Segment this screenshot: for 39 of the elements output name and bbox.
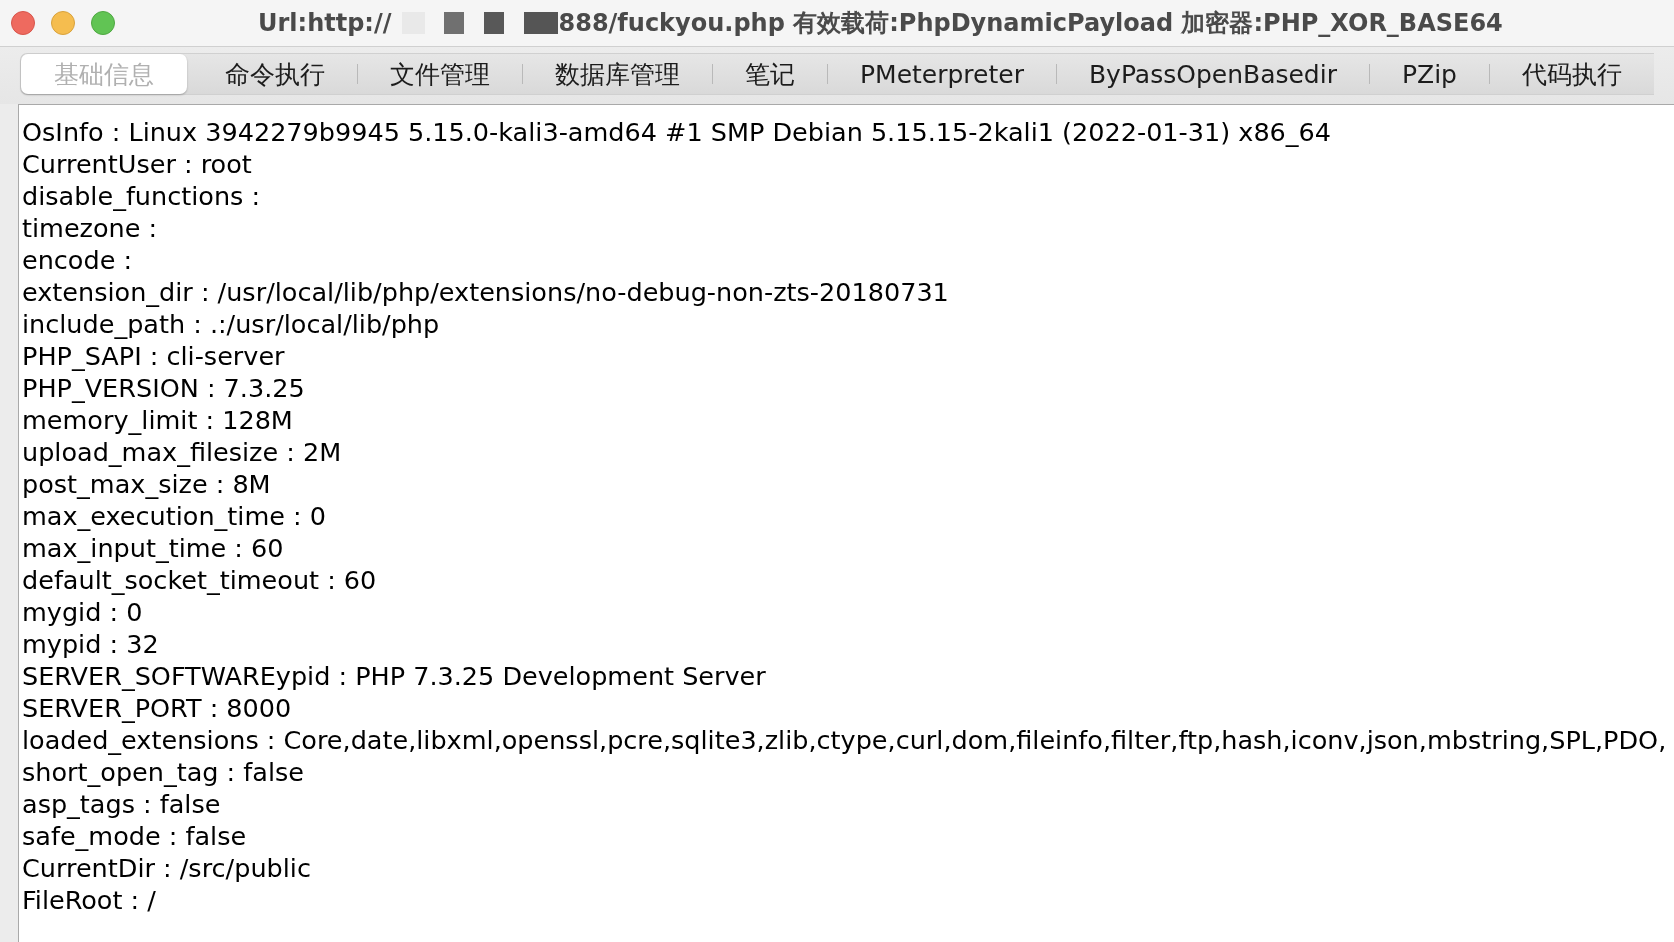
info-line: disable_functions : xyxy=(22,180,261,212)
info-line: loaded_extensions : Core,date,libxml,openssl,pcre,sqlite3,zlib,ctype,curl,dom,fileinfo,filter,ftp,hash,iconv,json,mbstring,SPL,PDO, xyxy=(22,724,1667,756)
tab[interactable]: PZip xyxy=(1369,54,1489,94)
info-line: include_path : .:/usr/local/lib/php xyxy=(22,308,440,340)
info-line: FileRoot : / xyxy=(22,884,156,916)
tab[interactable]: 命令执行 xyxy=(193,54,357,94)
info-line: memory_limit : 128M xyxy=(22,404,293,436)
tab[interactable]: 代码执行 xyxy=(1490,54,1654,94)
info-line: SERVER_PORT : 8000 xyxy=(22,692,292,724)
window-title: 888/fuckyou.php 有效载荷:PhpDynamicPayload 加密器:PHP_XOR_BASE64 xyxy=(558,8,1503,39)
info-line: upload_max_filesize : 2M xyxy=(22,436,342,468)
info-line: post_max_size : 8M xyxy=(22,468,271,500)
info-line: extension_dir : /usr/local/lib/php/extensions/no-debug-non-zts-20180731 xyxy=(22,276,949,308)
info-line: SERVER_SOFTWAREypid : PHP 7.3.25 Development Server xyxy=(22,660,766,692)
window-title: Url:http:// xyxy=(258,9,392,37)
info-line: PHP_SAPI : cli-server xyxy=(22,340,285,372)
info-line: default_socket_timeout : 60 xyxy=(22,564,377,596)
info-line: max_input_time : 60 xyxy=(22,532,284,564)
tab[interactable]: ByPassOpenBasedir xyxy=(1056,54,1369,94)
info-line: asp_tags : false xyxy=(22,788,221,820)
info-line: safe_mode : false xyxy=(22,820,247,852)
window-zoom-button[interactable] xyxy=(91,11,115,35)
tab[interactable]: 文件管理 xyxy=(358,54,522,94)
info-line: encode : xyxy=(22,244,133,276)
info-line: max_execution_time : 0 xyxy=(22,500,326,532)
window-minimize-button[interactable] xyxy=(51,11,75,35)
tab[interactable]: PMeterpreter xyxy=(828,54,1056,94)
redaction-blocks-icon xyxy=(401,12,558,34)
info-line: CurrentDir : /src/public xyxy=(22,852,311,884)
tab[interactable]: 笔记 xyxy=(713,54,827,94)
info-line: short_open_tag : false xyxy=(22,756,304,788)
window-close-button[interactable] xyxy=(11,11,35,35)
info-line: CurrentUser : root xyxy=(22,148,252,180)
info-line: timezone : xyxy=(22,212,158,244)
info-line: mygid : 0 xyxy=(22,596,143,628)
info-line: OsInfo : Linux 3942279b9945 5.15.0-kali3-amd64 #1 SMP Debian 5.15.15-2kali1 (2022-01-31) x86_64 xyxy=(22,116,1332,148)
tab[interactable]: 数据库管理 xyxy=(523,54,712,94)
info-line: PHP_VERSION : 7.3.25 xyxy=(22,372,305,404)
info-line: mypid : 32 xyxy=(22,628,159,660)
